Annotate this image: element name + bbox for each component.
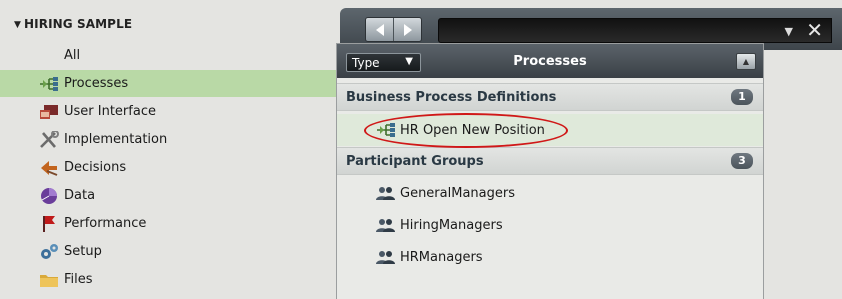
sidebar-item-setup[interactable]: Setup [0, 238, 340, 265]
group-icon [375, 250, 397, 264]
forward-button[interactable] [394, 18, 421, 41]
list-item-label: GeneralManagers [400, 185, 515, 201]
process-icon [38, 75, 60, 93]
list-item-hrmanagers[interactable]: HRManagers [337, 241, 763, 273]
setup-gear-icon [38, 243, 60, 261]
list-item-hr-open-new-position[interactable]: HR Open New Position [337, 114, 763, 146]
triangle-up-icon: ▲ [742, 57, 750, 66]
list-item-hiringmanagers[interactable]: HiringManagers [337, 209, 763, 241]
back-arrow-icon [375, 23, 384, 36]
sidebar-item-performance[interactable]: Performance [0, 210, 340, 237]
section-header[interactable]: ▼ HIRING SAMPLE [14, 17, 132, 31]
forward-arrow-icon [403, 23, 412, 36]
sidebar-item-label: Processes [64, 76, 129, 91]
sidebar-item-label: Performance [64, 216, 147, 231]
decisions-icon [38, 159, 60, 177]
count-badge: 1 [731, 89, 753, 105]
sidebar-item-label: Decisions [64, 160, 127, 175]
process-icon [375, 123, 397, 137]
implementation-icon [38, 130, 60, 149]
group-header-participant-groups[interactable]: Participant Groups 3 [337, 147, 763, 175]
sidebar-item-processes[interactable]: Processes [0, 70, 340, 97]
group-title: Business Process Definitions [346, 90, 557, 105]
sidebar-item-implementation[interactable]: Implementation [0, 126, 340, 153]
library-sidebar: ▼ HIRING SAMPLE All Processes User Interf… [0, 0, 340, 299]
sidebar-item-label: Setup [64, 244, 102, 259]
collapse-triangle-icon[interactable]: ▼ [14, 20, 21, 30]
list-item-generalmanagers[interactable]: GeneralManagers [337, 177, 763, 209]
user-interface-icon [38, 103, 60, 121]
close-icon[interactable]: ✕ [806, 20, 823, 40]
dropdown-arrow-icon[interactable]: ▼ [785, 25, 793, 38]
popup-header: Type ▼ Processes ▲ [337, 44, 763, 78]
sidebar-item-label: User Interface [64, 104, 156, 119]
list-item-label: HiringManagers [400, 217, 503, 233]
list-item-label: HRManagers [400, 249, 483, 265]
sidebar-item-all[interactable]: All [0, 42, 340, 69]
list-item-label: HR Open New Position [400, 122, 545, 138]
group-icon [375, 186, 397, 200]
sidebar-item-label: Files [64, 272, 93, 287]
back-button[interactable] [366, 18, 394, 41]
processes-popup: Type ▼ Processes ▲ Business Process Defi… [336, 43, 764, 299]
collapse-button[interactable]: ▲ [736, 53, 756, 70]
group-header-business-process-definitions[interactable]: Business Process Definitions 1 [337, 83, 763, 111]
folder-icon [38, 271, 60, 289]
sidebar-item-files[interactable]: Files [0, 266, 340, 293]
sidebar-item-label: All [64, 48, 81, 63]
group-title: Participant Groups [346, 154, 484, 169]
section-title: HIRING SAMPLE [24, 17, 133, 31]
sidebar-item-label: Data [64, 188, 96, 203]
group-icon [375, 218, 397, 232]
sidebar-item-label: Implementation [64, 132, 168, 147]
performance-flag-icon [38, 215, 60, 233]
location-field[interactable]: ▼ ✕ [438, 18, 832, 43]
sidebar-item-decisions[interactable]: Decisions [0, 154, 340, 181]
count-badge: 3 [731, 153, 753, 169]
sidebar-item-data[interactable]: Data [0, 182, 340, 209]
data-icon [38, 187, 60, 205]
history-nav [365, 17, 422, 42]
popup-title: Processes [513, 54, 587, 69]
sidebar-item-user-interface[interactable]: User Interface [0, 98, 340, 125]
